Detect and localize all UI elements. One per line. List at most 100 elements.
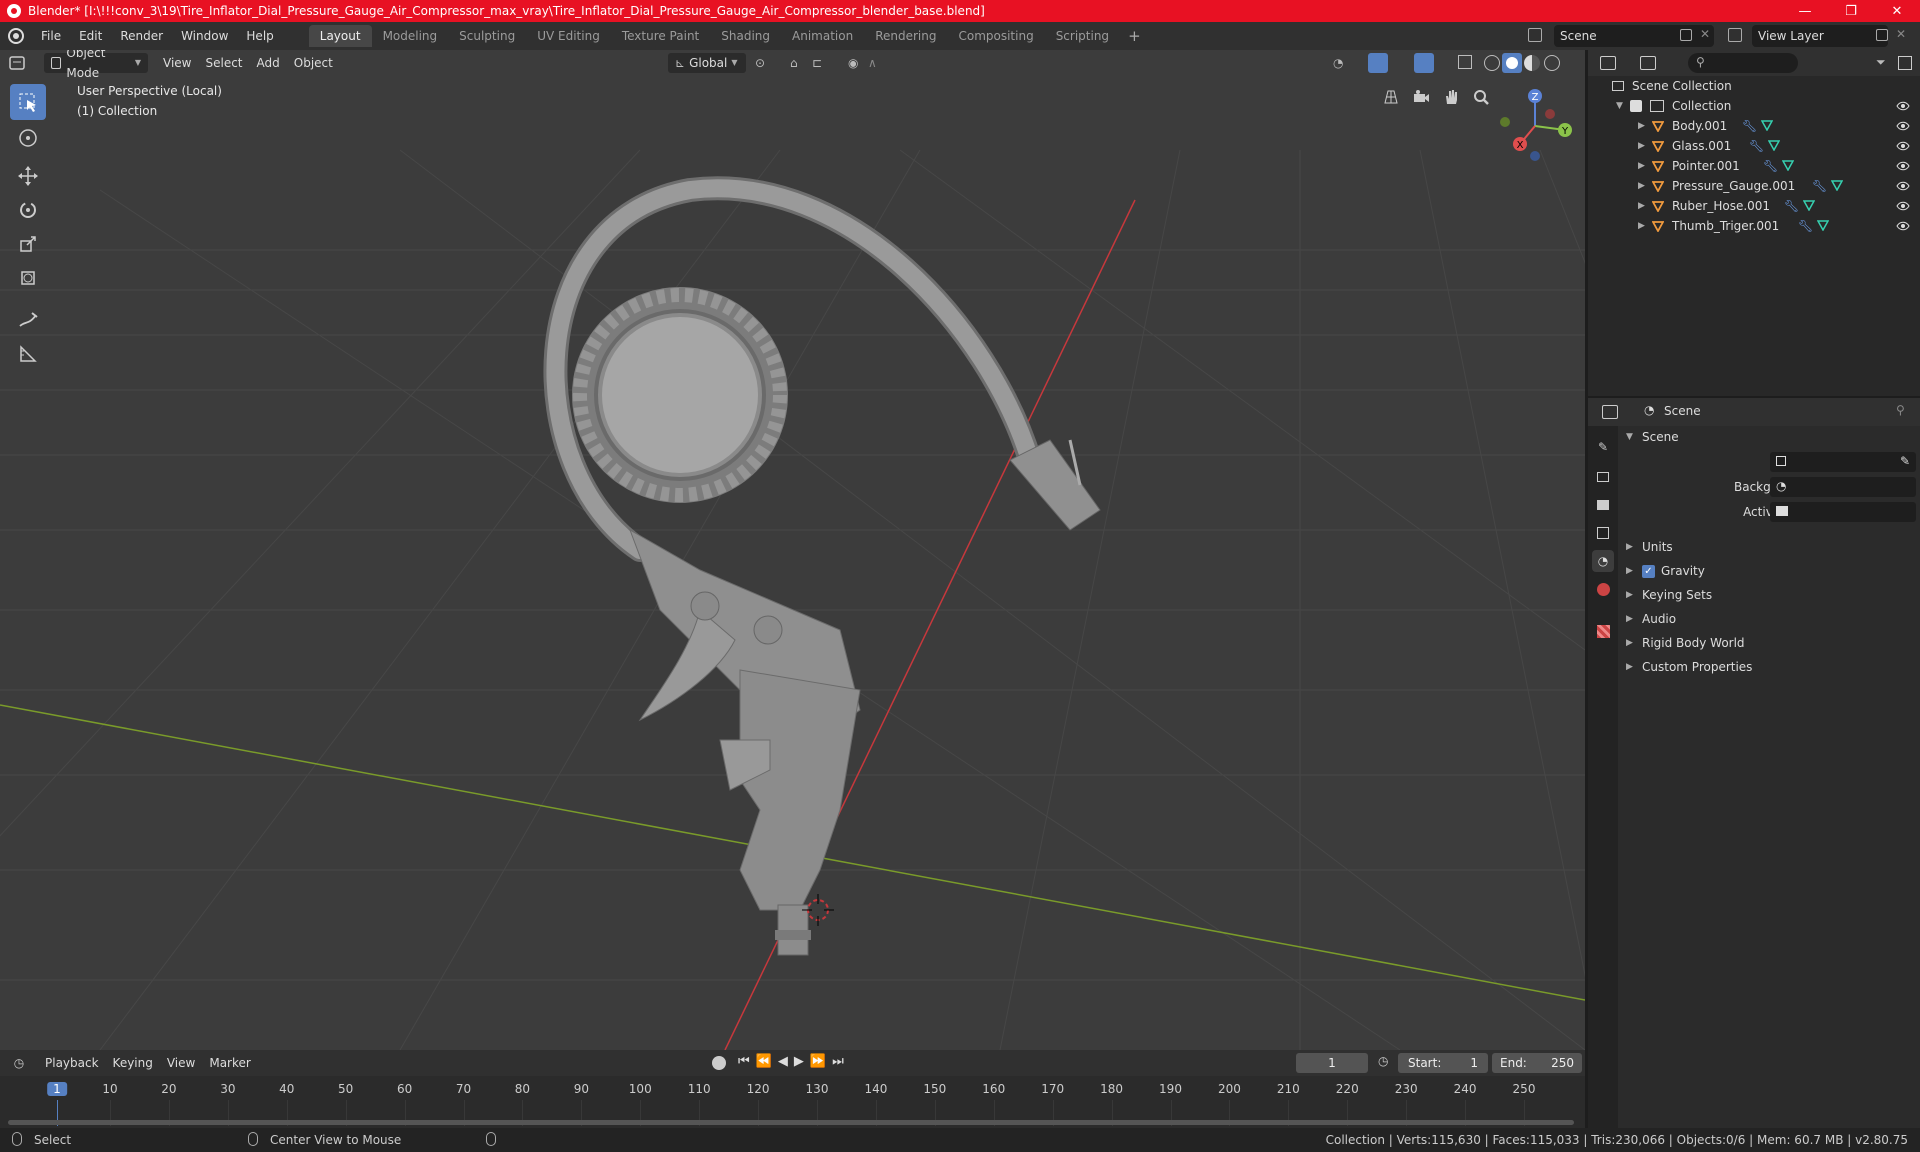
menu-keying[interactable]: Keying: [106, 1053, 160, 1073]
tool-tab[interactable]: ✎: [1592, 436, 1614, 458]
delete-view-layer-icon[interactable]: ✕: [1896, 27, 1906, 41]
tab-compositing[interactable]: Compositing: [947, 25, 1044, 47]
visibility-selector-icon[interactable]: ◔: [1333, 56, 1343, 70]
outliner-scene-collection[interactable]: Scene Collection: [1588, 76, 1920, 96]
menu-window[interactable]: Window: [172, 25, 237, 47]
keying-sets-panel[interactable]: ▶ Keying Sets: [1626, 588, 1712, 602]
tab-uv-editing[interactable]: UV Editing: [526, 25, 611, 47]
expand-arrow-icon[interactable]: ▶: [1638, 181, 1645, 191]
scene-tab[interactable]: ◔: [1592, 550, 1614, 572]
filter-icon[interactable]: ⏷: [1876, 55, 1886, 70]
select-tool[interactable]: [10, 84, 46, 120]
view-layer-browse-icon[interactable]: [1728, 28, 1742, 42]
outliner-object-row[interactable]: ▶ Glass.001 🔧︎: [1588, 136, 1920, 156]
eyedropper-icon[interactable]: ✎: [1900, 454, 1910, 468]
gravity-checkbox[interactable]: ✓: [1642, 564, 1655, 578]
3d-viewport[interactable]: Object Mode ▼ View Select Add Object ⊾ G…: [0, 50, 1585, 1050]
scale-tool[interactable]: [10, 226, 46, 262]
mesh-data-icon[interactable]: [1782, 159, 1795, 171]
eye-icon[interactable]: [1896, 99, 1910, 113]
expand-arrow-icon[interactable]: ▶: [1638, 141, 1645, 151]
menu-file[interactable]: File: [32, 25, 70, 47]
expand-arrow-icon[interactable]: ▶: [1638, 221, 1645, 231]
menu-add[interactable]: Add: [250, 53, 287, 73]
editor-type-icon[interactable]: [0, 56, 34, 70]
delete-scene-icon[interactable]: ✕: [1700, 27, 1710, 41]
outliner-object-row[interactable]: ▶ Ruber_Hose.001 🔧︎: [1588, 196, 1920, 216]
outliner-object-row[interactable]: ▶ Pressure_Gauge.001 🔧︎: [1588, 176, 1920, 196]
modifier-wrench-icon[interactable]: 🔧︎: [1798, 219, 1813, 233]
tab-modeling[interactable]: Modeling: [372, 25, 449, 47]
tab-shading[interactable]: Shading: [710, 25, 781, 47]
custom-properties-panel[interactable]: ▶ Custom Properties: [1626, 660, 1752, 674]
mesh-data-icon[interactable]: [1803, 199, 1816, 211]
eye-icon[interactable]: [1896, 219, 1910, 233]
solid-shading-icon[interactable]: [1502, 53, 1522, 73]
pin-icon[interactable]: ⚲: [1896, 403, 1905, 417]
measure-tool[interactable]: [10, 336, 46, 372]
tab-scripting[interactable]: Scripting: [1045, 25, 1120, 47]
mesh-data-icon[interactable]: [1831, 179, 1844, 191]
scene-browse-icon[interactable]: [1528, 28, 1542, 42]
record-icon[interactable]: [712, 1056, 726, 1070]
maximize-button[interactable]: ❐: [1828, 0, 1874, 22]
transform-tool[interactable]: [10, 260, 46, 296]
mesh-data-icon[interactable]: [1817, 219, 1830, 231]
xray-toggle-icon[interactable]: [1458, 55, 1472, 69]
zoom-view-button[interactable]: [1468, 84, 1494, 110]
outliner-editor-type-icon[interactable]: [1600, 56, 1616, 70]
timeline-scrollbar[interactable]: [8, 1120, 1574, 1125]
outliner-search-input[interactable]: ⚲: [1688, 53, 1798, 73]
expand-arrow-icon[interactable]: ▶: [1638, 201, 1645, 211]
outliner-collection[interactable]: ▼ Collection: [1588, 96, 1920, 116]
modifier-wrench-icon[interactable]: 🔧︎: [1749, 139, 1764, 153]
world-tab[interactable]: [1592, 578, 1614, 600]
blender-menu-icon[interactable]: [8, 28, 24, 44]
tab-animation[interactable]: Animation: [781, 25, 864, 47]
display-mode-icon[interactable]: [1640, 56, 1656, 70]
tire-inflator-model[interactable]: [543, 176, 1101, 956]
mesh-data-icon[interactable]: [1768, 139, 1781, 151]
menu-edit[interactable]: Edit: [70, 25, 111, 47]
timeline-ruler[interactable]: 1 10 20 30 40 50 60 70 80 90 100 110 120 130 140 150 160…: [0, 1076, 1585, 1128]
camera-field[interactable]: ✎: [1770, 452, 1916, 472]
tab-texture-paint[interactable]: Texture Paint: [611, 25, 710, 47]
gizmo-toggle-icon[interactable]: [1368, 53, 1388, 73]
texture-tab[interactable]: [1592, 620, 1614, 642]
active-movie-clip-field[interactable]: [1770, 502, 1916, 522]
audio-panel[interactable]: ▶ Audio: [1626, 612, 1676, 626]
new-scene-icon[interactable]: [1680, 29, 1692, 41]
playback-controls[interactable]: ⏮⏪◀▶⏩⏭: [738, 1054, 850, 1069]
tab-rendering[interactable]: Rendering: [864, 25, 947, 47]
menu-select[interactable]: Select: [198, 53, 249, 73]
falloff-icon[interactable]: ∧: [868, 56, 877, 70]
menu-view[interactable]: View: [156, 53, 198, 73]
background-scene-field[interactable]: ◔: [1770, 477, 1916, 497]
outliner-object-row[interactable]: ▶ Thumb_Triger.001 🔧︎: [1588, 216, 1920, 236]
checkbox-icon[interactable]: [1630, 100, 1642, 112]
menu-render[interactable]: Render: [111, 25, 172, 47]
eye-icon[interactable]: [1896, 179, 1910, 193]
eye-icon[interactable]: [1896, 199, 1910, 213]
menu-playback[interactable]: Playback: [38, 1053, 106, 1073]
new-collection-icon[interactable]: [1898, 56, 1912, 70]
expand-arrow-icon[interactable]: ▶: [1638, 121, 1645, 131]
outliner-object-row[interactable]: ▶ Pointer.001 🔧︎: [1588, 156, 1920, 176]
proportional-edit-icon[interactable]: ◉: [848, 56, 858, 70]
gravity-panel[interactable]: ▶ ✓ Gravity: [1626, 564, 1705, 578]
modifier-wrench-icon[interactable]: 🔧︎: [1812, 179, 1827, 193]
pan-view-button[interactable]: [1438, 84, 1464, 110]
menu-help[interactable]: Help: [237, 25, 282, 47]
rigid-body-world-panel[interactable]: ▶ Rigid Body World: [1626, 636, 1745, 650]
menu-marker[interactable]: Marker: [202, 1053, 257, 1073]
properties-editor-type-icon[interactable]: [1602, 405, 1618, 419]
navigation-gizmo[interactable]: Z Y X: [1495, 84, 1575, 164]
end-frame-field[interactable]: End: 250: [1492, 1053, 1582, 1073]
camera-view-button[interactable]: [1408, 84, 1434, 110]
toggle-perspective-button[interactable]: [1378, 84, 1404, 110]
output-tab[interactable]: [1592, 494, 1614, 516]
eye-icon[interactable]: [1896, 159, 1910, 173]
timeline-editor-type-icon[interactable]: ◷: [0, 1056, 38, 1070]
modifier-wrench-icon[interactable]: 🔧︎: [1784, 199, 1799, 213]
minimize-button[interactable]: —: [1782, 0, 1828, 22]
